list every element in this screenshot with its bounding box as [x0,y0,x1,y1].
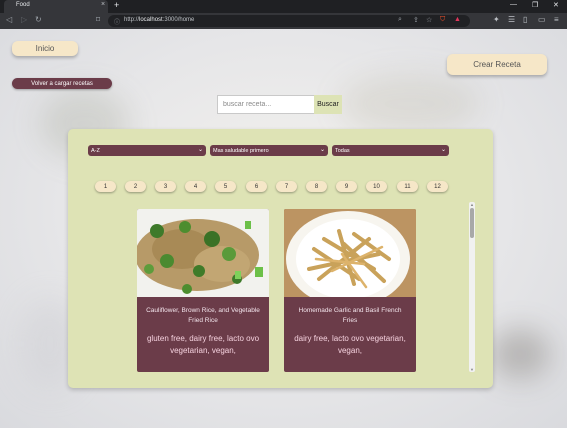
window-close-icon[interactable]: ✕ [553,1,559,9]
home-button[interactable]: Inicio [12,41,78,56]
page-button-1[interactable]: 1 [95,181,116,192]
recipe-image [137,209,269,297]
page-button-9[interactable]: 9 [336,181,357,192]
url-text: http://localhost:3000/home [124,17,195,23]
sidebar-icon[interactable]: ▯ [523,15,527,24]
page-button-4[interactable]: 4 [185,181,206,192]
new-tab-icon[interactable]: + [114,0,119,10]
site-info-icon[interactable]: ⓘ [114,17,120,26]
select-value: A-Z [91,147,100,154]
create-recipe-button[interactable]: Crear Receta [447,54,547,75]
page-button-2[interactable]: 2 [125,181,146,192]
diet-filter-select[interactable]: Todas ⌄ [332,145,449,156]
scroll-up-icon[interactable]: ▲ [470,202,474,207]
recipe-title: Homemade Garlic and Basil French Fries [298,307,402,324]
recipe-card[interactable]: Homemade Garlic and Basil French Fries d… [284,209,416,372]
page-button-12[interactable]: 12 [427,181,448,192]
minimize-icon[interactable]: — [510,1,517,8]
search-input[interactable] [217,95,315,114]
brave-shield-icon[interactable]: ⛉ [440,16,445,24]
tab-close-icon[interactable]: × [101,1,105,8]
page-viewport: Inicio Crear Receta Volver a cargar rece… [0,29,567,428]
alphabetical-sort-select[interactable]: A-Z ⌄ [88,145,206,156]
tab-title: Food [16,2,30,8]
chevron-down-icon: ⌄ [319,147,325,153]
maximize-icon[interactable]: ❐ [532,1,538,9]
page-button-6[interactable]: 6 [246,181,267,192]
star-icon[interactable]: ☆ [426,16,432,24]
recipe-image [284,209,416,297]
chevron-down-icon: ⌄ [440,147,446,153]
menu-icon[interactable]: ≡ [554,15,559,24]
search-icon[interactable]: ⌕ [398,16,402,24]
recipe-diets: gluten free, dairy free, lacto ovo veget… [146,334,260,355]
select-value: Todas [335,147,350,154]
reload-icon[interactable]: ↻ [35,15,42,24]
address-bar[interactable]: ⓘ http://localhost:3000/home ⌕ ⇪ ☆ ⛉ ▲ [108,15,470,27]
background-blur [490,329,550,379]
chevron-down-icon: ⌄ [197,147,203,153]
page-button-3[interactable]: 3 [155,181,176,192]
cards-scrollbar[interactable]: ▲ ▼ [469,202,475,372]
forward-icon[interactable]: ▷ [21,15,27,24]
reload-recipes-button[interactable]: Volver a cargar recetas [12,78,112,89]
scroll-down-icon[interactable]: ▼ [470,367,474,372]
background-blur [340,74,480,134]
playlist-icon[interactable]: ☰ [508,15,515,24]
browser-toolbar: ◁ ▷ ↻ ⌑ ⓘ http://localhost:3000/home ⌕ ⇪… [0,13,567,29]
brave-rewards-icon[interactable]: ▲ [454,16,461,23]
wallet-icon[interactable]: ▭ [538,15,546,24]
bookmark-icon[interactable]: ⌑ [96,15,100,24]
recipe-diets: dairy free, lacto ovo vegetarian, vegan, [294,334,406,355]
recipe-card[interactable]: Cauliflower, Brown Rice, and Vegetable F… [137,209,269,372]
browser-tab[interactable]: Food × [4,0,108,13]
back-icon[interactable]: ◁ [6,15,12,24]
recipes-panel: A-Z ⌄ Mas saludable primero ⌄ Todas ⌄ 1 … [68,129,493,388]
health-sort-select[interactable]: Mas saludable primero ⌄ [210,145,328,156]
page-button-5[interactable]: 5 [215,181,236,192]
recipe-title: Cauliflower, Brown Rice, and Vegetable F… [146,307,260,324]
page-button-8[interactable]: 8 [306,181,327,192]
share-icon[interactable]: ⇪ [413,16,419,24]
select-value: Mas saludable primero [213,147,269,154]
scroll-thumb[interactable] [470,208,474,238]
page-button-7[interactable]: 7 [276,181,297,192]
extensions-icon[interactable]: ✦ [493,15,500,24]
browser-tabbar: Food × + — ❐ ✕ [0,0,567,13]
page-button-10[interactable]: 10 [366,181,387,192]
search-button[interactable]: Buscar [314,95,342,114]
page-button-11[interactable]: 11 [397,181,418,192]
